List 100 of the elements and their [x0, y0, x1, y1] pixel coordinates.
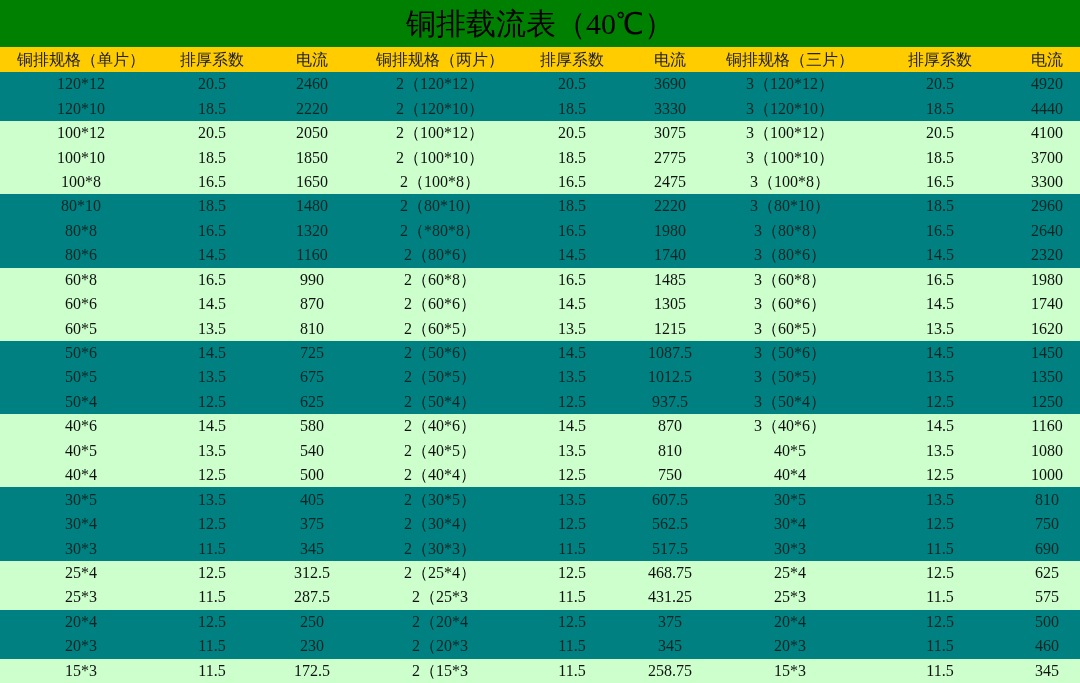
table-cell-text: 3（80*6）	[753, 247, 827, 264]
table-cell-text: 2（*80*8）	[399, 222, 481, 239]
table-cell-text: 2（40*5）	[403, 442, 477, 459]
table-cell-text: 500	[1034, 613, 1060, 630]
table-cell-text: 120*12	[56, 76, 106, 93]
table-cell-text: 15*3	[64, 662, 98, 679]
table-cell-text: 625	[1034, 564, 1060, 581]
table-cell-text: 2（50*6）	[403, 345, 477, 362]
table-cell-text: 60*8	[64, 271, 98, 288]
table-cell-text: 18.5	[197, 198, 227, 215]
table-cell-text: 1450	[1030, 345, 1064, 362]
table-cell-text: 258.75	[647, 662, 693, 679]
table-cell-text: 287.5	[293, 589, 331, 606]
table-cell-text: 20*3	[773, 638, 807, 655]
table-cell-text: 60*5	[64, 320, 98, 337]
table-cell-text: 460	[1034, 638, 1060, 655]
table-cell-text: 750	[657, 467, 683, 484]
table-cell-text: 1350	[1030, 369, 1064, 386]
table-cell-text: 2775	[653, 149, 687, 166]
table-cell-text: 80*10	[60, 198, 102, 215]
table-cell-text: 580	[299, 418, 325, 435]
table-cell-text: 3（50*6）	[753, 345, 827, 362]
table-cell-text: 3（50*4）	[753, 393, 827, 410]
table-cell-text: 11.5	[557, 638, 587, 655]
table-cell-text: 345	[1034, 662, 1060, 679]
table-cell-text: 14.5	[557, 345, 587, 362]
table-cell-text: 100*12	[56, 125, 106, 142]
table-cell-text: 12.5	[197, 516, 227, 533]
table-cell-text: 1250	[1030, 393, 1064, 410]
table-cell-text: 1740	[1030, 296, 1064, 313]
table-cell-text: 14.5	[557, 418, 587, 435]
table-cell-text: 40*4	[64, 467, 98, 484]
table-cell-text: 1215	[653, 320, 687, 337]
table-cell-text: 11.5	[557, 589, 587, 606]
column-header: 排厚系数	[179, 49, 245, 70]
table-cell-text: 16.5	[197, 173, 227, 190]
table-cell-text: 2（120*12）	[395, 76, 485, 93]
table-cell-text: 1485	[653, 271, 687, 288]
table-cell-text: 11.5	[925, 589, 955, 606]
table-cell-text: 13.5	[557, 320, 587, 337]
table-cell-text: 20.5	[557, 125, 587, 142]
table-cell-text: 3（40*6）	[753, 418, 827, 435]
table-cell-text: 2（50*5）	[403, 369, 477, 386]
table-cell-text: 2（30*4）	[403, 516, 477, 533]
table-cell-text: 2（25*3	[411, 589, 469, 606]
table-cell-text: 20.5	[197, 125, 227, 142]
table-cell-text: 16.5	[925, 222, 955, 239]
table-cell-text: 2050	[295, 125, 329, 142]
table-cell-text: 18.5	[925, 198, 955, 215]
table-cell-text: 16.5	[925, 271, 955, 288]
table-cell-text: 2（50*4）	[403, 393, 477, 410]
table-cell-text: 3（100*12）	[745, 125, 835, 142]
table-cell-text: 250	[299, 613, 325, 630]
table-cell-text: 937.5	[651, 393, 689, 410]
table-cell-text: 500	[299, 467, 325, 484]
table-cell-text: 625	[299, 393, 325, 410]
table-cell-text: 12.5	[557, 516, 587, 533]
table-cell-text: 1080	[1030, 442, 1064, 459]
table-cell-text: 3300	[1030, 173, 1064, 190]
column-header: 铜排规格（两片）	[375, 49, 505, 70]
table-cell-text: 14.5	[197, 296, 227, 313]
table-cell-text: 2（120*10）	[395, 100, 485, 117]
table-cell-text: 810	[1034, 491, 1060, 508]
table-cell-text: 345	[657, 638, 683, 655]
table-cell-text: 18.5	[197, 100, 227, 117]
table-cell-text: 13.5	[197, 491, 227, 508]
table-cell-text: 3（60*5）	[753, 320, 827, 337]
table-cell-text: 18.5	[197, 149, 227, 166]
table-cell-text: 2（30*3）	[403, 540, 477, 557]
table-cell-text: 18.5	[557, 100, 587, 117]
column-header: 铜排规格（单片）	[16, 49, 146, 70]
table-cell-text: 11.5	[197, 638, 227, 655]
table-cell-text: 50*5	[64, 369, 98, 386]
table-cell-text: 517.5	[651, 540, 689, 557]
table-cell-text: 12.5	[557, 393, 587, 410]
table-cell-text: 2（40*6）	[403, 418, 477, 435]
column-header: 电流	[295, 49, 329, 70]
table-cell-text: 18.5	[557, 198, 587, 215]
table-cell-text: 12.5	[197, 467, 227, 484]
table-cell-text: 607.5	[651, 491, 689, 508]
table-cell-text: 13.5	[557, 369, 587, 386]
table-cell-text: 13.5	[925, 320, 955, 337]
table-cell-text: 1160	[1030, 418, 1064, 435]
table-cell-text: 14.5	[557, 247, 587, 264]
table-cell-text: 2220	[295, 100, 329, 117]
table-cell-text: 2475	[653, 173, 687, 190]
table-cell-text: 4100	[1030, 125, 1064, 142]
table-cell-text: 750	[1034, 516, 1060, 533]
table-cell-text: 14.5	[197, 247, 227, 264]
table-cell-text: 100*8	[60, 173, 102, 190]
table-cell-text: 1305	[653, 296, 687, 313]
table-cell-text: 1160	[295, 247, 329, 264]
table-cell-text: 2（20*4	[411, 613, 469, 630]
table-cell-text: 4440	[1030, 100, 1064, 117]
table-cell-text: 50*6	[64, 345, 98, 362]
table-cell-text: 25*3	[64, 589, 98, 606]
table-cell-text: 2（25*4）	[403, 564, 477, 581]
table-cell-text: 12.5	[557, 467, 587, 484]
table-cell-text: 1320	[295, 222, 329, 239]
table-cell-text: 1087.5	[647, 345, 693, 362]
